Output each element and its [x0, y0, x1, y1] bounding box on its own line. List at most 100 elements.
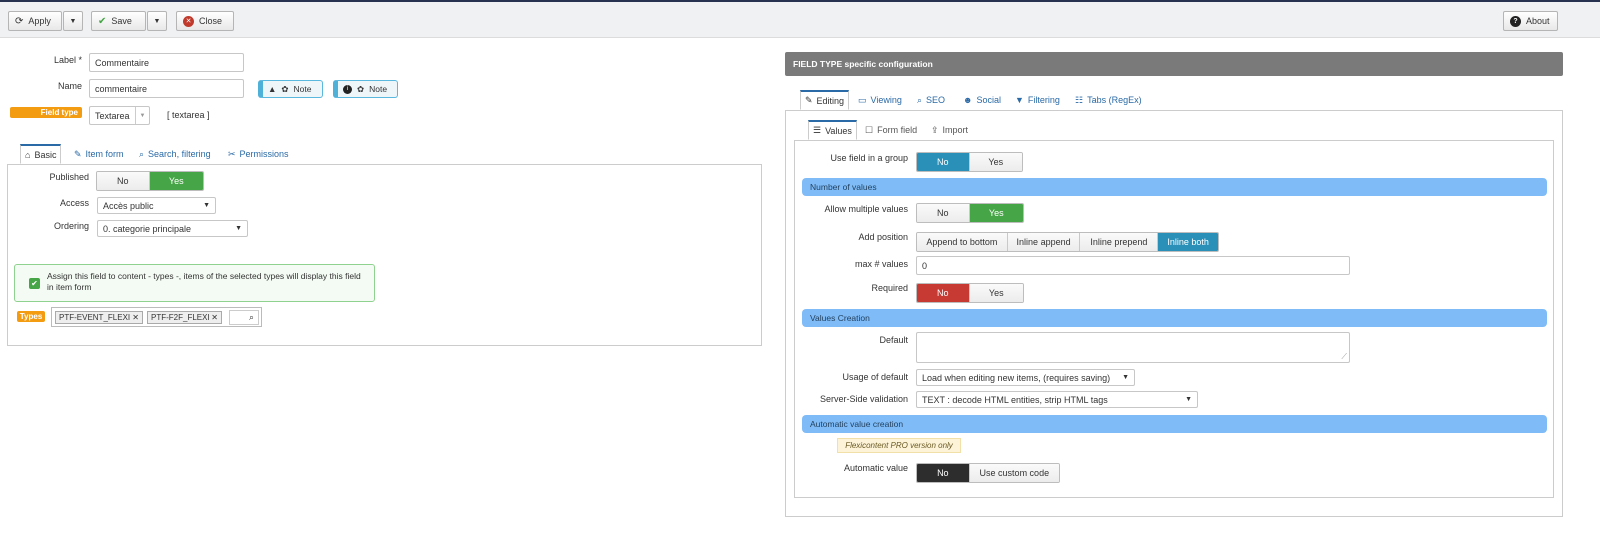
- refresh-icon: ⟳: [15, 15, 24, 27]
- use-group-label: Use field in a group: [830, 153, 908, 163]
- caret-down-icon: ▼: [235, 225, 242, 232]
- home-icon: ⌂: [25, 149, 31, 160]
- required-no[interactable]: No: [917, 284, 970, 302]
- wrench-icon: ✂: [228, 148, 236, 159]
- name-input[interactable]: commentaire: [89, 79, 244, 98]
- tab-viewing[interactable]: ▭ Viewing: [858, 90, 902, 110]
- note-button-info[interactable]: i ✿ Note: [333, 80, 398, 98]
- caret-down-icon: ▼: [153, 17, 161, 25]
- tab-search-filtering[interactable]: ⌕ Search, filtering: [139, 144, 211, 164]
- tab-values[interactable]: ☰ Values: [808, 120, 857, 140]
- use-group-no[interactable]: No: [917, 153, 970, 171]
- caret-down-icon: ▼: [135, 107, 149, 124]
- default-textarea[interactable]: ⟋: [916, 332, 1350, 363]
- add-position-label: Add position: [858, 232, 908, 242]
- types-multiselect[interactable]: PTF-EVENT_FLEXI ✕ PTF-F2F_FLEXI ✕ ⌕: [51, 307, 262, 327]
- remove-chip-icon[interactable]: ✕: [132, 313, 139, 322]
- allow-multiple-yes[interactable]: Yes: [969, 204, 1023, 222]
- tab-social[interactable]: ☻ Social: [963, 90, 1001, 110]
- tab-editing[interactable]: ✎ Editing: [800, 90, 850, 110]
- warning-icon: ▲: [268, 84, 277, 94]
- allow-multiple-no[interactable]: No: [917, 204, 970, 222]
- use-group-toggle[interactable]: No Yes: [916, 152, 1023, 172]
- tab-filtering[interactable]: ▼ Filtering: [1015, 90, 1060, 110]
- apply-button[interactable]: ⟳ Apply: [8, 11, 62, 31]
- label-input[interactable]: Commentaire: [89, 53, 244, 72]
- section-number-of-values: Number of values: [802, 178, 1547, 196]
- validation-select[interactable]: TEXT : decode HTML entities, strip HTML …: [916, 391, 1198, 408]
- gear-icon: ✿: [357, 83, 365, 94]
- type-chip: PTF-EVENT_FLEXI ✕: [55, 311, 143, 324]
- search-icon: ⌕: [917, 94, 923, 105]
- users-icon: ☻: [963, 95, 973, 105]
- add-position-append-bottom[interactable]: Append to bottom: [917, 233, 1008, 251]
- tab-form-field[interactable]: ☐ Form field: [865, 120, 917, 140]
- add-position-toggle[interactable]: Append to bottom Inline append Inline pr…: [916, 232, 1219, 252]
- allow-multiple-label: Allow multiple values: [824, 204, 908, 214]
- sitemap-icon: ☷: [1075, 94, 1084, 105]
- required-yes[interactable]: Yes: [969, 284, 1023, 302]
- search-icon: ⌕: [139, 148, 145, 159]
- filter-icon: ▼: [1015, 95, 1024, 105]
- usage-default-label: Usage of default: [842, 372, 908, 382]
- ordering-label: Ordering: [53, 221, 89, 231]
- auto-value-custom-code[interactable]: Use custom code: [969, 464, 1059, 482]
- search-icon[interactable]: ⌕: [229, 310, 259, 325]
- edit-icon: ✎: [74, 148, 82, 159]
- required-label: Required: [871, 283, 908, 293]
- tab-item-form[interactable]: ✎ Item form: [74, 144, 124, 164]
- close-button[interactable]: ✕ Close: [176, 11, 234, 31]
- published-no[interactable]: No: [97, 172, 150, 190]
- note-button-warning[interactable]: ▲ ✿ Note: [258, 80, 323, 98]
- edit-icon: ✎: [805, 95, 813, 105]
- ordering-select[interactable]: 0. categorie principale ▼: [97, 220, 248, 237]
- info-icon: i: [343, 84, 352, 94]
- caret-down-icon: ▼: [203, 202, 210, 209]
- toolbar: ⟳ Apply ▼ ✔ Save ▼ ✕ Close ? About: [0, 0, 1600, 38]
- default-label: Default: [879, 335, 908, 345]
- fieldtype-select[interactable]: Textarea ▼: [89, 106, 150, 125]
- gear-icon: ✿: [281, 83, 289, 94]
- auto-value-no[interactable]: No: [917, 464, 970, 482]
- save-dropdown-button[interactable]: ▼: [147, 11, 167, 31]
- name-field-label: Name: [57, 81, 82, 91]
- remove-chip-icon[interactable]: ✕: [211, 313, 218, 322]
- section-automatic-value: Automatic value creation: [802, 415, 1547, 433]
- square-icon: ☐: [865, 124, 874, 135]
- max-values-input[interactable]: 0: [916, 256, 1350, 275]
- add-position-inline-both[interactable]: Inline both: [1158, 233, 1218, 251]
- tab-regex[interactable]: ☷ Tabs (RegEx): [1075, 90, 1142, 110]
- required-toggle[interactable]: No Yes: [916, 283, 1024, 303]
- types-label: Types: [17, 311, 45, 322]
- assign-notice: ✔ Assign this field to content - types -…: [14, 264, 375, 302]
- tab-import[interactable]: ⇪ Import: [931, 120, 968, 140]
- tab-seo[interactable]: ⌕ SEO: [917, 90, 945, 110]
- apply-dropdown-button[interactable]: ▼: [63, 11, 83, 31]
- access-select[interactable]: Accès public ▼: [97, 197, 216, 214]
- type-chip: PTF-F2F_FLEXI ✕: [147, 311, 222, 324]
- auto-value-label: Automatic value: [843, 463, 908, 473]
- pro-version-notice: Flexicontent PRO version only: [837, 438, 961, 453]
- tab-permissions[interactable]: ✂ Permissions: [228, 144, 289, 164]
- validation-label: Server-Side validation: [819, 394, 908, 404]
- caret-down-icon: ▼: [1122, 374, 1129, 381]
- caret-down-icon: ▼: [69, 17, 77, 25]
- save-button[interactable]: ✔ Save: [91, 11, 146, 31]
- add-position-inline-append[interactable]: Inline append: [1007, 233, 1081, 251]
- published-toggle[interactable]: No Yes: [96, 171, 204, 191]
- tab-basic[interactable]: ⌂ Basic: [20, 144, 62, 164]
- use-group-yes[interactable]: Yes: [969, 153, 1022, 171]
- auto-value-toggle[interactable]: No Use custom code: [916, 463, 1060, 483]
- fieldtype-label: Field type: [10, 107, 82, 118]
- add-position-inline-prepend[interactable]: Inline prepend: [1080, 233, 1159, 251]
- fieldtype-code: [ textarea ]: [167, 110, 210, 120]
- check-icon: ✔: [98, 15, 107, 27]
- caret-down-icon: ▼: [1185, 396, 1192, 403]
- label-field-label: Label *: [53, 55, 82, 65]
- allow-multiple-toggle[interactable]: No Yes: [916, 203, 1024, 223]
- resize-handle-icon[interactable]: ⟋: [1341, 352, 1347, 362]
- about-button[interactable]: ? About: [1503, 11, 1558, 31]
- published-yes[interactable]: Yes: [149, 172, 203, 190]
- usage-default-select[interactable]: Load when editing new items, (requires s…: [916, 369, 1135, 386]
- max-values-label: max # values: [854, 259, 908, 269]
